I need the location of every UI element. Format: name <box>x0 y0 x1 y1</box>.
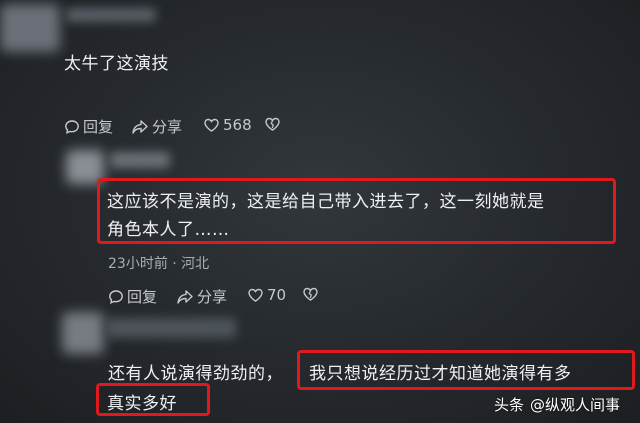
share-label: 分享 <box>152 118 183 136</box>
username-blurred[interactable] <box>106 318 236 338</box>
dislike-button[interactable] <box>264 116 281 132</box>
share-icon <box>177 289 193 304</box>
heart-icon <box>204 118 219 132</box>
comment-text-part2: 我只想说经历过才知道她演得有多 <box>309 364 572 384</box>
avatar[interactable] <box>62 312 104 354</box>
username-blurred[interactable] <box>66 8 156 22</box>
username-blurred[interactable] <box>110 152 170 168</box>
like-count: 70 <box>267 286 287 304</box>
share-icon <box>132 119 148 134</box>
comment-text-part1: 还有人说演得劲劲的， <box>108 364 283 384</box>
share-label: 分享 <box>197 288 228 306</box>
comment-text-part3: 真实多好 <box>107 394 177 414</box>
watermark-account: @纵观人间事 <box>530 396 621 414</box>
share-button[interactable]: 分享 <box>131 116 182 137</box>
like-button[interactable]: 568 <box>203 116 252 134</box>
comment-text-line2: 角色本人了…… <box>107 220 230 240</box>
reply-button[interactable]: 回复 <box>108 286 157 307</box>
comment-meta: 23小时前 · 河北 <box>108 256 210 272</box>
reply-label: 回复 <box>83 118 114 136</box>
comment-bubble-icon <box>109 289 123 304</box>
broken-heart-icon <box>303 287 318 301</box>
watermark: 头条 @纵观人间事 <box>494 394 620 415</box>
avatar[interactable] <box>0 4 60 52</box>
comment-text: 太牛了这演技 <box>64 54 169 74</box>
reply-label: 回复 <box>127 288 158 306</box>
comment-bubble-icon <box>65 119 79 134</box>
like-button[interactable]: 70 <box>247 286 286 304</box>
share-button[interactable]: 分享 <box>176 286 227 307</box>
like-count: 568 <box>223 116 252 134</box>
heart-icon <box>248 288 263 302</box>
dislike-button[interactable] <box>302 286 319 302</box>
broken-heart-icon <box>265 117 280 131</box>
comment-text-line1: 这应该不是演的，这是给自己带入进去了，这一刻她就是 <box>107 192 545 212</box>
reply-button[interactable]: 回复 <box>64 116 113 137</box>
watermark-brand: 头条 <box>494 396 525 414</box>
